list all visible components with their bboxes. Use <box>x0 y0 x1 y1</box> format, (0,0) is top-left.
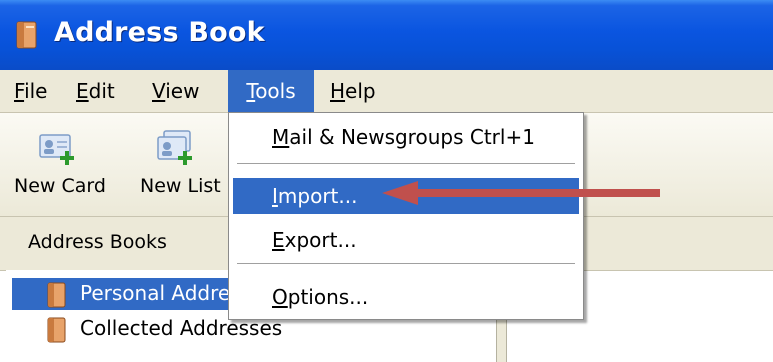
menu-view-mnemonic: V <box>152 79 166 103</box>
menu-view-label: iew <box>165 79 200 103</box>
tree-item-label: Personal Addre <box>80 281 231 305</box>
menu-bar: File Edit View Tools Help <box>0 70 773 113</box>
address-book-folder-icon <box>47 282 66 308</box>
menu-help-label: elp <box>345 79 376 103</box>
new-card-icon <box>39 134 74 165</box>
mail-newsgroups-label: ail & Newsgroups Ctrl+1 <box>289 125 535 149</box>
menu-separator <box>237 263 575 265</box>
address-book-folder-icon <box>47 317 66 343</box>
menu-view[interactable]: View <box>152 70 214 112</box>
tools-menu-dropdown: Mail & Newsgroups Ctrl+1 Import... Expor… <box>228 112 584 320</box>
export-label: xport... <box>284 228 357 252</box>
new-list-label: New List <box>140 175 221 197</box>
menu-tools-label: ools <box>255 79 296 103</box>
menu-help[interactable]: Help <box>330 70 380 112</box>
menu-edit[interactable]: Edit <box>76 70 128 112</box>
new-card-button[interactable]: New Card <box>0 113 124 216</box>
window-title: Address Book <box>54 17 265 48</box>
address-books-title: Address Books <box>28 231 167 253</box>
menu-help-mnemonic: H <box>330 79 346 103</box>
menu-tools-mnemonic: T <box>246 79 256 103</box>
menu-edit-label: dit <box>88 79 115 103</box>
new-list-button[interactable]: New List <box>132 113 232 216</box>
new-card-label: New Card <box>14 175 106 197</box>
import-label: mport... <box>277 184 358 208</box>
menu-tools[interactable]: Tools <box>228 70 314 112</box>
options-label: ptions... <box>287 285 369 309</box>
menu-item-options[interactable]: Options... <box>233 279 579 315</box>
mail-newsgroups-mnemonic: M <box>272 125 290 149</box>
menu-file-mnemonic: F <box>14 79 25 103</box>
menu-file-label: ile <box>24 79 48 103</box>
menu-edit-mnemonic: E <box>76 79 89 103</box>
menu-item-export[interactable]: Export... <box>233 222 579 258</box>
new-list-icon <box>157 130 192 165</box>
title-bar: Address Book <box>0 0 773 70</box>
address-book-icon <box>16 21 37 49</box>
menu-separator <box>237 163 575 165</box>
options-mnemonic: O <box>272 285 288 309</box>
annotation-arrow-icon <box>382 181 660 205</box>
export-mnemonic: E <box>272 228 285 252</box>
menu-item-mail-newsgroups[interactable]: Mail & Newsgroups Ctrl+1 <box>233 119 579 155</box>
menu-file[interactable]: File <box>14 70 54 112</box>
